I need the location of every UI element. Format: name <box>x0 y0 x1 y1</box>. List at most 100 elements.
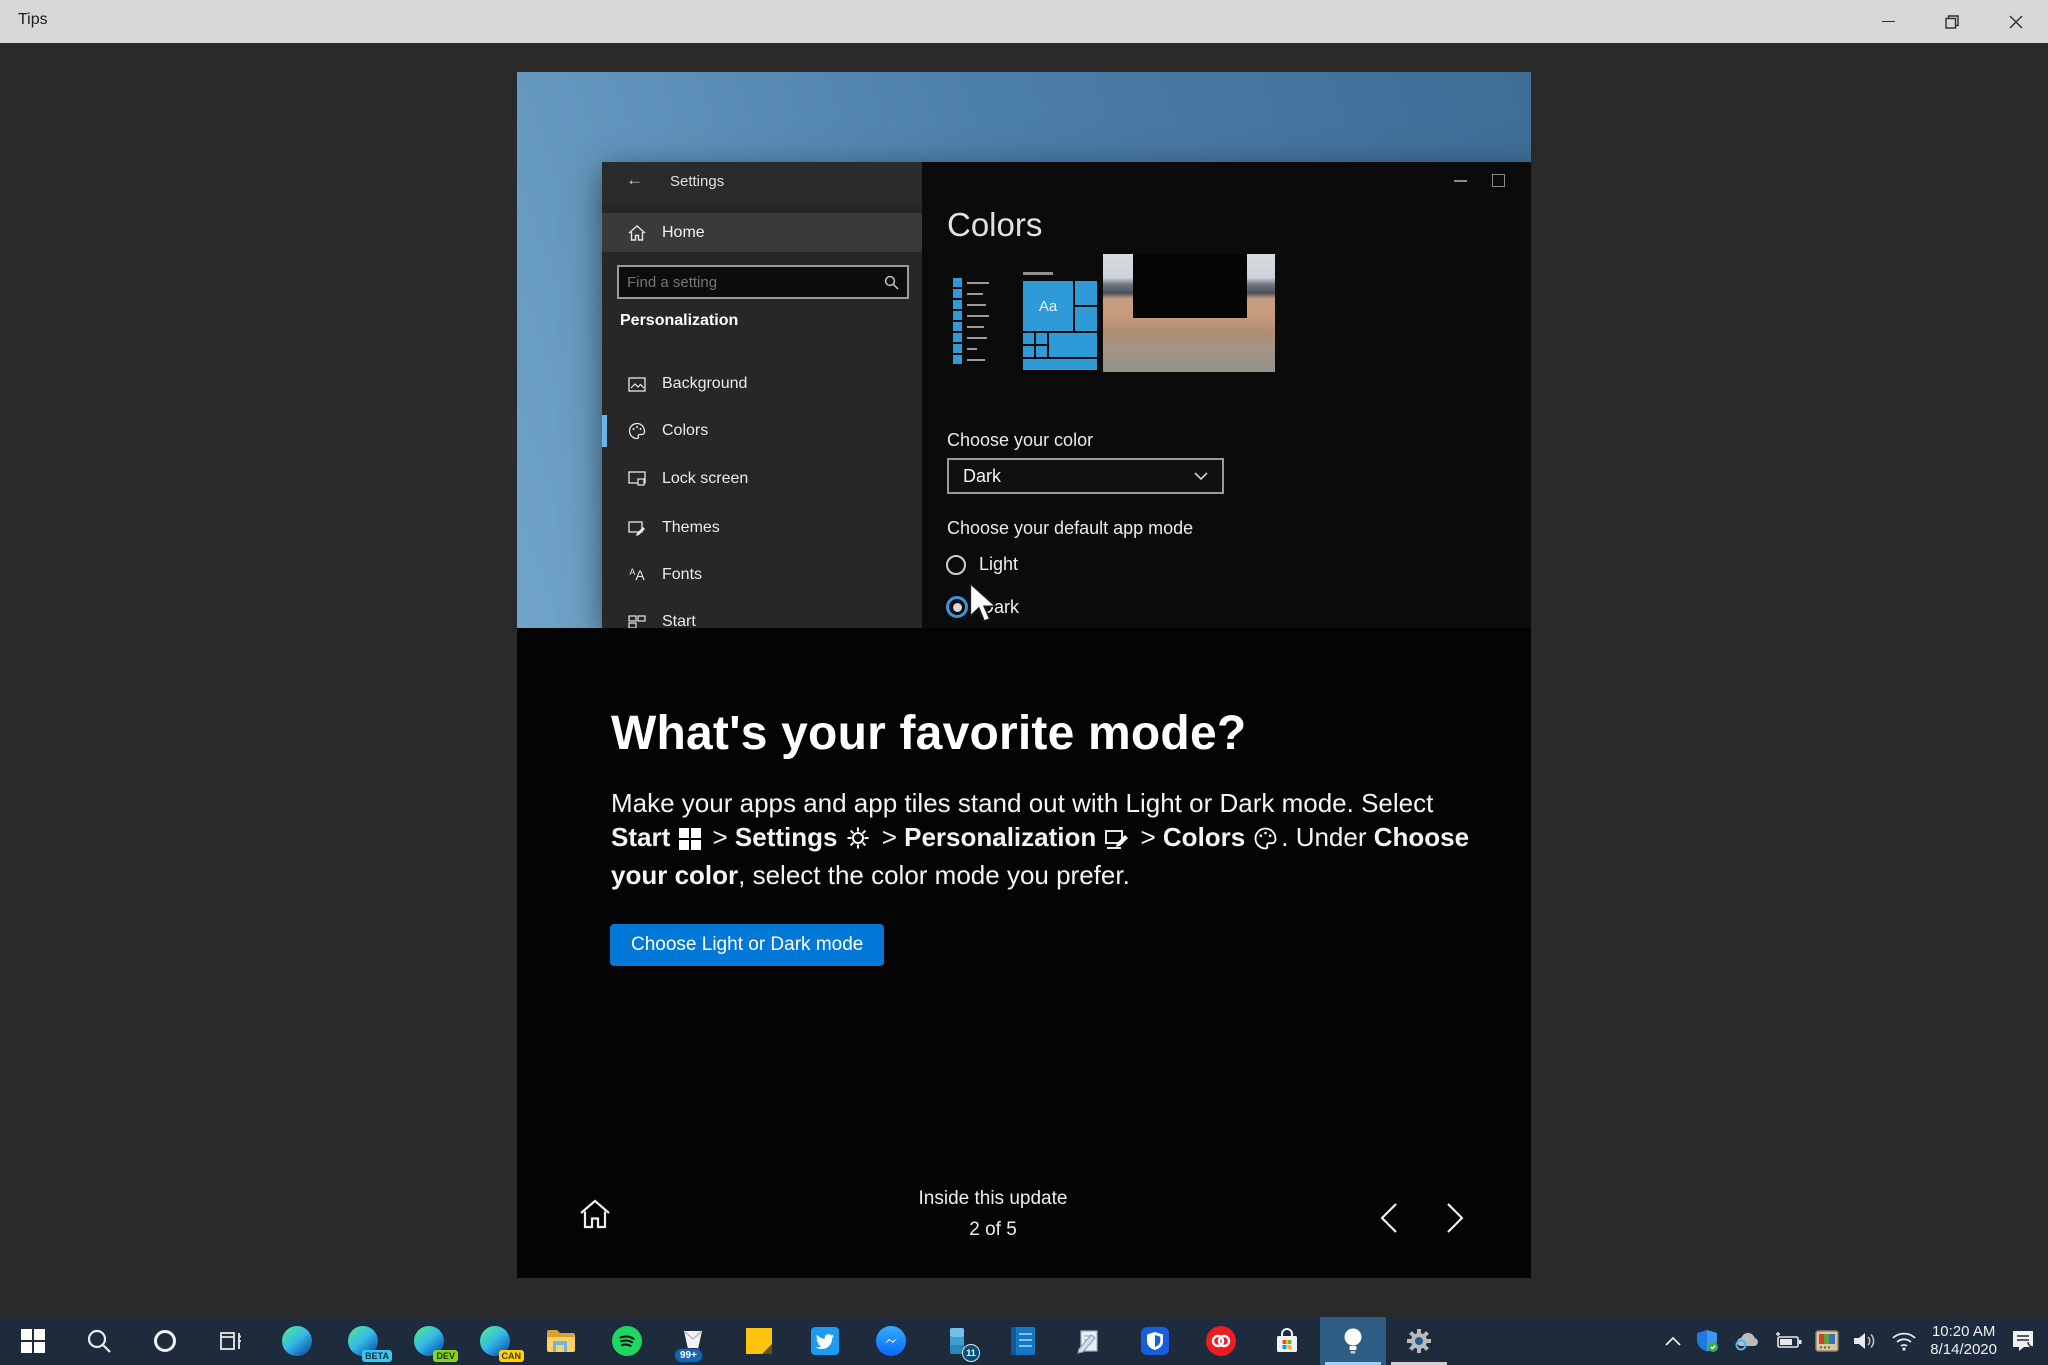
home-outline-icon <box>578 1198 612 1230</box>
settings-section-title: Personalization <box>620 312 738 330</box>
tray-network-button[interactable] <box>1891 1331 1917 1351</box>
color-mode-dropdown: Dark <box>947 458 1224 494</box>
tray-clock[interactable]: 10:20 AM 8/14/2020 <box>1930 1323 1997 1359</box>
taskbar-authy-button[interactable] <box>1188 1317 1254 1365</box>
task-view-button[interactable] <box>198 1317 264 1365</box>
sidebar-item-label: Start <box>662 613 696 628</box>
taskbar-store-button[interactable] <box>1254 1317 1320 1365</box>
twitter-icon <box>811 1327 839 1355</box>
start-button[interactable] <box>0 1317 66 1365</box>
preview-tiles-thumbnail: Aa <box>1023 272 1097 370</box>
color-dropdown-value: Dark <box>963 466 1001 487</box>
chevron-down-icon <box>1194 472 1208 481</box>
radio-selected-icon <box>946 596 968 618</box>
taskbar: BETA DEV CAN 99+ <box>0 1317 2048 1365</box>
tray-battery-button[interactable] <box>1774 1332 1802 1350</box>
taskbar-sticky-notes-button[interactable] <box>726 1317 792 1365</box>
close-icon <box>2009 15 2023 29</box>
sidebar-item-label: Themes <box>662 519 720 537</box>
taskbar-tips-button[interactable] <box>1320 1317 1386 1365</box>
colors-page-title: Colors <box>947 206 1042 244</box>
settings-gear-icon <box>1405 1327 1433 1355</box>
settings-header: ← Settings <box>602 162 922 202</box>
tip-body-line3: your color, select the color mode you pr… <box>611 858 1471 892</box>
tray-security-button[interactable] <box>1694 1328 1720 1354</box>
search-icon <box>86 1328 112 1354</box>
tips-home-button[interactable] <box>575 1194 615 1234</box>
tray-chevron-up-button[interactable] <box>1665 1336 1681 1346</box>
tray-snip-button[interactable] <box>1815 1330 1839 1352</box>
taskbar-messenger-button[interactable] <box>858 1317 924 1365</box>
settings-search-box <box>617 265 909 299</box>
settings-sidebar-item-fonts: AA Fonts <box>602 557 922 593</box>
taskbar-edge-beta-button[interactable]: BETA <box>330 1317 396 1365</box>
taskbar-notepad-button[interactable] <box>1056 1317 1122 1365</box>
back-arrow-icon: ← <box>626 170 643 190</box>
settings-content-pane: Colors Aa <box>922 162 1531 628</box>
sidebar-item-label: Background <box>662 375 747 393</box>
settings-minimize-icon <box>1454 180 1467 182</box>
taskbar-journal-button[interactable] <box>990 1317 1056 1365</box>
spotify-icon <box>612 1326 642 1356</box>
taskbar-twitter-button[interactable] <box>792 1317 858 1365</box>
taskbar-edge-canary-button[interactable]: CAN <box>462 1317 528 1365</box>
start-icon <box>21 1329 45 1353</box>
themes-icon <box>626 520 648 536</box>
taskbar-spotify-button[interactable] <box>594 1317 660 1365</box>
taskbar-bitwarden-button[interactable] <box>1122 1317 1188 1365</box>
taskbar-settings-button[interactable] <box>1386 1317 1452 1365</box>
microsoft-store-icon <box>1273 1327 1301 1355</box>
app-mode-label: Choose your default app mode <box>947 518 1193 539</box>
edge-dev-badge: DEV <box>433 1350 458 1362</box>
sidebar-item-label: Colors <box>662 422 708 440</box>
tray-onedrive-button[interactable] <box>1733 1330 1761 1352</box>
start-icon <box>626 615 648 628</box>
taskbar-file-explorer-button[interactable] <box>528 1317 594 1365</box>
tips-footer-labels: Inside this update 2 of 5 <box>843 1188 1143 1241</box>
preview-wallpaper-thumbnail <box>1103 254 1275 372</box>
taskbar-mail-button[interactable]: 99+ <box>660 1317 726 1365</box>
settings-sidebar-item-home: Home <box>602 213 922 252</box>
gear-icon <box>846 824 870 858</box>
section-label: Inside this update <box>843 1188 1143 1210</box>
preview-aa-tile: Aa <box>1023 281 1073 331</box>
tray-volume-button[interactable] <box>1852 1331 1878 1351</box>
bitwarden-icon <box>1141 1327 1169 1355</box>
settings-header-title: Settings <box>670 173 724 190</box>
edge-beta-badge: BETA <box>362 1350 392 1362</box>
tips-lightbulb-icon <box>1342 1327 1364 1355</box>
chevron-left-icon <box>1379 1202 1399 1234</box>
your-phone-count-badge: 11 <box>962 1344 980 1362</box>
settings-sidebar-item-start: Start <box>602 604 922 628</box>
settings-sidebar-home-label: Home <box>662 224 705 242</box>
fonts-icon: AA <box>626 567 648 583</box>
taskbar-your-phone-button[interactable]: 11 <box>924 1317 990 1365</box>
settings-window-screenshot: ← Settings Home <box>602 162 1531 628</box>
previous-tip-button[interactable] <box>1367 1196 1411 1240</box>
titlebar[interactable]: Tips <box>0 0 2048 43</box>
choose-mode-button[interactable]: Choose Light or Dark mode <box>610 924 884 966</box>
taskbar-edge-dev-button[interactable]: DEV <box>396 1317 462 1365</box>
settings-sidebar-item-themes: Themes <box>602 510 922 546</box>
settings-sidebar: ← Settings Home <box>602 162 922 628</box>
edge-canary-badge: CAN <box>499 1350 525 1362</box>
cortana-button[interactable] <box>132 1317 198 1365</box>
taskbar-search-button[interactable] <box>66 1317 132 1365</box>
next-tip-button[interactable] <box>1433 1196 1477 1240</box>
restore-button[interactable] <box>1920 0 1984 43</box>
page-indicator: 2 of 5 <box>843 1219 1143 1241</box>
action-center-button[interactable] <box>2010 1329 2036 1353</box>
close-button[interactable] <box>1984 0 2048 43</box>
chevron-up-icon <box>1665 1336 1681 1346</box>
tips-app-window: Tips ← Settings <box>0 0 2048 1365</box>
taskbar-edge-button[interactable] <box>264 1317 330 1365</box>
settings-maximize-icon <box>1492 174 1505 187</box>
edge-icon <box>282 1326 312 1356</box>
cortana-icon <box>152 1328 178 1354</box>
file-explorer-icon <box>546 1328 576 1354</box>
palette-icon <box>1254 824 1277 858</box>
tip-card: ← Settings Home <box>517 72 1531 1278</box>
notepad-icon <box>1075 1327 1103 1355</box>
minimize-button[interactable] <box>1856 0 1920 43</box>
system-tray: 10:20 AM 8/14/2020 <box>1665 1317 2048 1365</box>
